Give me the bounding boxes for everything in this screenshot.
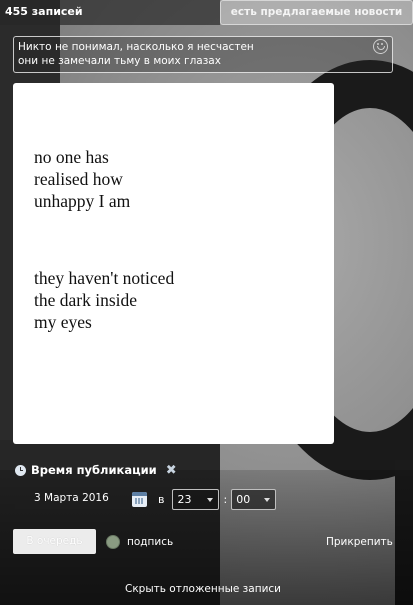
chevron-down-icon [207,497,214,502]
minute-value: 00 [236,492,251,506]
signature-radio[interactable] [106,535,120,549]
close-icon[interactable]: ✖ [166,464,177,477]
post-text-line-1: Никто не понимал, насколько я несчастен [18,41,254,53]
attached-image[interactable]: no one has realised how unhappy I am the… [13,83,334,444]
image-quote-part-1: no one has realised how unhappy I am [34,147,131,211]
header: 455 записей есть предлагаемые новости [0,0,413,25]
chevron-down-icon [264,497,271,502]
publish-time-title: Время публикации [31,463,157,477]
hide-postponed-link[interactable]: Скрыть отложенные записи [125,583,281,595]
publish-time-header: Время публикации ✖ [15,463,177,477]
image-quote-part-2: they haven't noticed the dark inside my … [34,268,175,332]
signature-label: подпись [127,536,174,548]
hour-value: 23 [177,492,192,506]
post-text-line-2: они не замечали тьму в моих глазах [18,55,221,67]
at-label: в [158,492,165,506]
signature-toggle[interactable]: подпись [106,535,173,549]
post-text-input[interactable]: Никто не понимал, насколько я несчастен … [13,36,393,73]
clock-icon [15,464,26,476]
publish-datetime-row: 3 Марта 2016 в 23 : 00 [15,488,277,510]
calendar-icon[interactable] [132,491,147,507]
minute-select[interactable]: 00 [231,488,277,510]
records-count: 455 записей [0,0,220,25]
time-separator: : [223,492,228,506]
attach-link[interactable]: Прикрепить [326,536,393,548]
queue-button[interactable]: В очередь [13,529,96,554]
hour-select[interactable]: 23 [172,488,220,510]
suggested-news-tab[interactable]: есть предлагаемые новости [220,0,413,25]
date-field[interactable]: 3 Марта 2016 [15,489,130,509]
smile-icon[interactable] [373,39,388,54]
